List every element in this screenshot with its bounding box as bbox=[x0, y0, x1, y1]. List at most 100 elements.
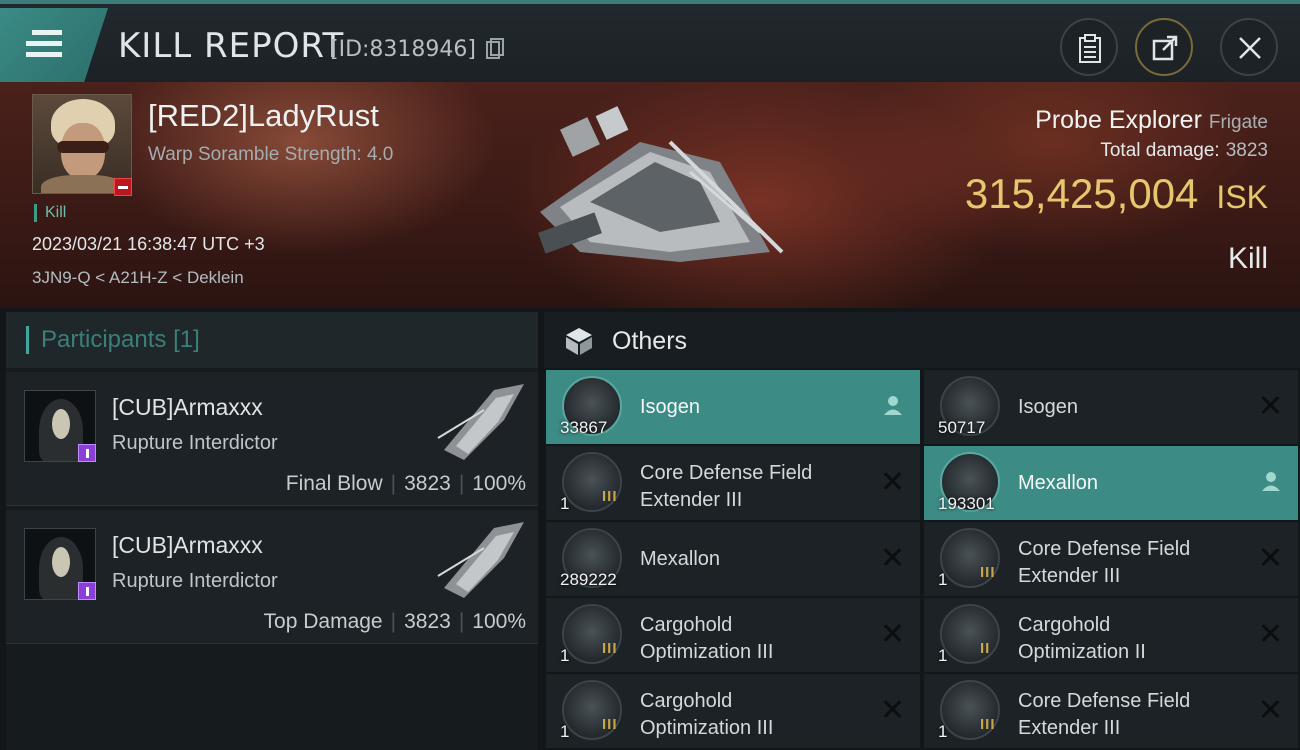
victim-banner: [RED2]LadyRust Warp Soramble Strength: 4… bbox=[0, 82, 1300, 308]
hostile-standing-icon bbox=[114, 178, 132, 196]
item-name-line: Extender III bbox=[1018, 717, 1121, 739]
participant-name[interactable]: [CUB]Armaxxx bbox=[112, 532, 263, 559]
item-name-line: Cargohold bbox=[640, 614, 733, 636]
item-name: Cargohold Optimization III bbox=[640, 688, 870, 742]
participant-card[interactable]: [CUB]Armaxxx Rupture Interdictor Top Dam… bbox=[6, 510, 538, 644]
item-slot[interactable]: 1 III Cargohold Optimization III bbox=[546, 598, 920, 672]
participant-stats: Top Damage | 3823 | 100% bbox=[263, 610, 526, 633]
isk-value-row: 315,425,004 ISK bbox=[965, 170, 1268, 218]
participant-ship-image bbox=[437, 384, 524, 460]
item-slot[interactable]: 1 III Core Defense Field Extender III bbox=[924, 674, 1298, 748]
close-icon[interactable] bbox=[882, 622, 904, 644]
item-name-line: Optimization III bbox=[640, 717, 774, 739]
participant-card[interactable]: [CUB]Armaxxx Rupture Interdictor Final B… bbox=[6, 372, 538, 506]
tier-badge: III bbox=[980, 564, 996, 581]
close-icon[interactable] bbox=[882, 698, 904, 720]
item-name-line: Core Defense Field bbox=[1018, 690, 1191, 712]
tab-participants[interactable]: Participants [1] bbox=[26, 326, 200, 354]
participant-ship-image bbox=[437, 522, 524, 598]
item-slot[interactable]: 1 III Cargohold Optimization III bbox=[546, 674, 920, 748]
item-name: Core Defense Field Extender III bbox=[1018, 688, 1248, 742]
close-icon[interactable] bbox=[1260, 394, 1282, 416]
participant-percent: 100% bbox=[472, 472, 526, 495]
close-button[interactable] bbox=[1220, 18, 1278, 76]
close-icon[interactable] bbox=[1260, 622, 1282, 644]
close-icon bbox=[1239, 37, 1261, 59]
header-bar: KILL REPORT [ID:8318946] bbox=[0, 0, 1300, 82]
participants-header: Participants [1] bbox=[6, 312, 538, 368]
item-name-line: Cargohold bbox=[1018, 614, 1111, 636]
tier-badge: III bbox=[602, 488, 618, 505]
menu-button[interactable] bbox=[0, 8, 108, 82]
hamburger-icon bbox=[26, 30, 62, 63]
report-button[interactable] bbox=[1060, 18, 1118, 76]
item-name-line: Extender III bbox=[640, 489, 743, 511]
person-icon[interactable] bbox=[882, 394, 904, 416]
tier-badge: III bbox=[602, 640, 618, 657]
clipboard-icon bbox=[1079, 34, 1101, 63]
item-name-line: Core Defense Field bbox=[640, 462, 813, 484]
close-icon[interactable] bbox=[1260, 546, 1282, 568]
tier-badge: III bbox=[602, 716, 618, 733]
item-slot[interactable]: 1 III Core Defense Field Extender III bbox=[546, 446, 920, 520]
report-id: [ID:8318946] bbox=[330, 37, 476, 62]
item-slot[interactable]: 1 III Core Defense Field Extender III bbox=[924, 522, 1298, 596]
victim-ship-image[interactable] bbox=[520, 102, 790, 272]
victim-ship-name[interactable]: Probe Explorer bbox=[1035, 106, 1202, 134]
item-name: Isogen bbox=[640, 396, 701, 418]
others-panel: Others 33867 Isogen 50717 Isogen 1 III C… bbox=[544, 312, 1300, 750]
participant-name[interactable]: [CUB]Armaxxx bbox=[112, 394, 263, 421]
participant-damage: 3823 bbox=[404, 472, 451, 495]
close-icon[interactable] bbox=[882, 470, 904, 492]
item-name-line: Extender III bbox=[1018, 565, 1121, 587]
info-badge-icon bbox=[78, 582, 96, 600]
item-name: Core Defense Field Extender III bbox=[640, 460, 870, 514]
item-name: Isogen bbox=[1018, 396, 1079, 418]
item-slot[interactable]: 33867 Isogen bbox=[546, 370, 920, 444]
victim-ship-class: Frigate bbox=[1208, 112, 1268, 133]
item-name: Mexallon bbox=[640, 548, 721, 570]
total-damage-label: Total damage: bbox=[1100, 140, 1220, 161]
item-quantity: 1 bbox=[560, 494, 570, 513]
close-icon[interactable] bbox=[882, 546, 904, 568]
item-quantity: 1 bbox=[938, 570, 948, 589]
participant-ship: Rupture Interdictor bbox=[112, 570, 278, 592]
share-button[interactable] bbox=[1135, 18, 1193, 76]
person-icon[interactable] bbox=[1260, 470, 1282, 492]
total-damage: Total damage: 3823 bbox=[1100, 140, 1268, 162]
tier-badge: III bbox=[980, 716, 996, 733]
item-quantity: 1 bbox=[560, 722, 570, 741]
item-name: Cargohold Optimization III bbox=[640, 612, 870, 666]
item-quantity: 289222 bbox=[560, 570, 617, 589]
kill-location[interactable]: 3JN9-Q < A21H-Z < Deklein bbox=[32, 268, 244, 288]
item-name-line: Cargohold bbox=[640, 690, 733, 712]
item-quantity: 33867 bbox=[560, 418, 608, 437]
isk-value: 315,425,004 bbox=[964, 170, 1199, 217]
item-name: Core Defense Field Extender III bbox=[1018, 536, 1248, 590]
participants-panel: Participants [1] [CUB]Armaxxx Rupture In… bbox=[6, 312, 538, 750]
victim-name[interactable]: [RED2]LadyRust bbox=[148, 98, 379, 134]
kill-datetime: 2023/03/21 16:38:47 UTC +3 bbox=[32, 234, 265, 254]
kill-tag: Kill bbox=[34, 204, 66, 222]
info-badge-icon bbox=[78, 444, 96, 462]
item-quantity: 1 bbox=[938, 722, 948, 741]
item-quantity: 50717 bbox=[938, 418, 986, 437]
warp-scramble-strength: Warp Soramble Strength: 4.0 bbox=[148, 144, 394, 165]
item-slot[interactable]: 1 II Cargohold Optimization II bbox=[924, 598, 1298, 672]
participant-stats: Final Blow | 3823 | 100% bbox=[285, 472, 526, 495]
participant-damage: 3823 bbox=[404, 610, 451, 633]
item-slot[interactable]: 289222 Mexallon bbox=[546, 522, 920, 596]
participants-count: [1] bbox=[173, 326, 200, 353]
participants-title: Participants bbox=[41, 326, 167, 353]
item-slot[interactable]: 50717 Isogen bbox=[924, 370, 1298, 444]
share-icon bbox=[1152, 35, 1178, 61]
isk-unit: ISK bbox=[1216, 179, 1268, 215]
item-slot[interactable]: 193301 Mexallon bbox=[924, 446, 1298, 520]
total-damage-value: 3823 bbox=[1225, 140, 1268, 161]
item-name: Mexallon bbox=[1018, 472, 1099, 494]
participant-role: Final Blow bbox=[285, 472, 383, 495]
copy-icon[interactable] bbox=[486, 38, 504, 60]
item-name-line: Core Defense Field bbox=[1018, 538, 1191, 560]
victim-ship: Probe Explorer Frigate bbox=[1035, 106, 1268, 135]
close-icon[interactable] bbox=[1260, 698, 1282, 720]
